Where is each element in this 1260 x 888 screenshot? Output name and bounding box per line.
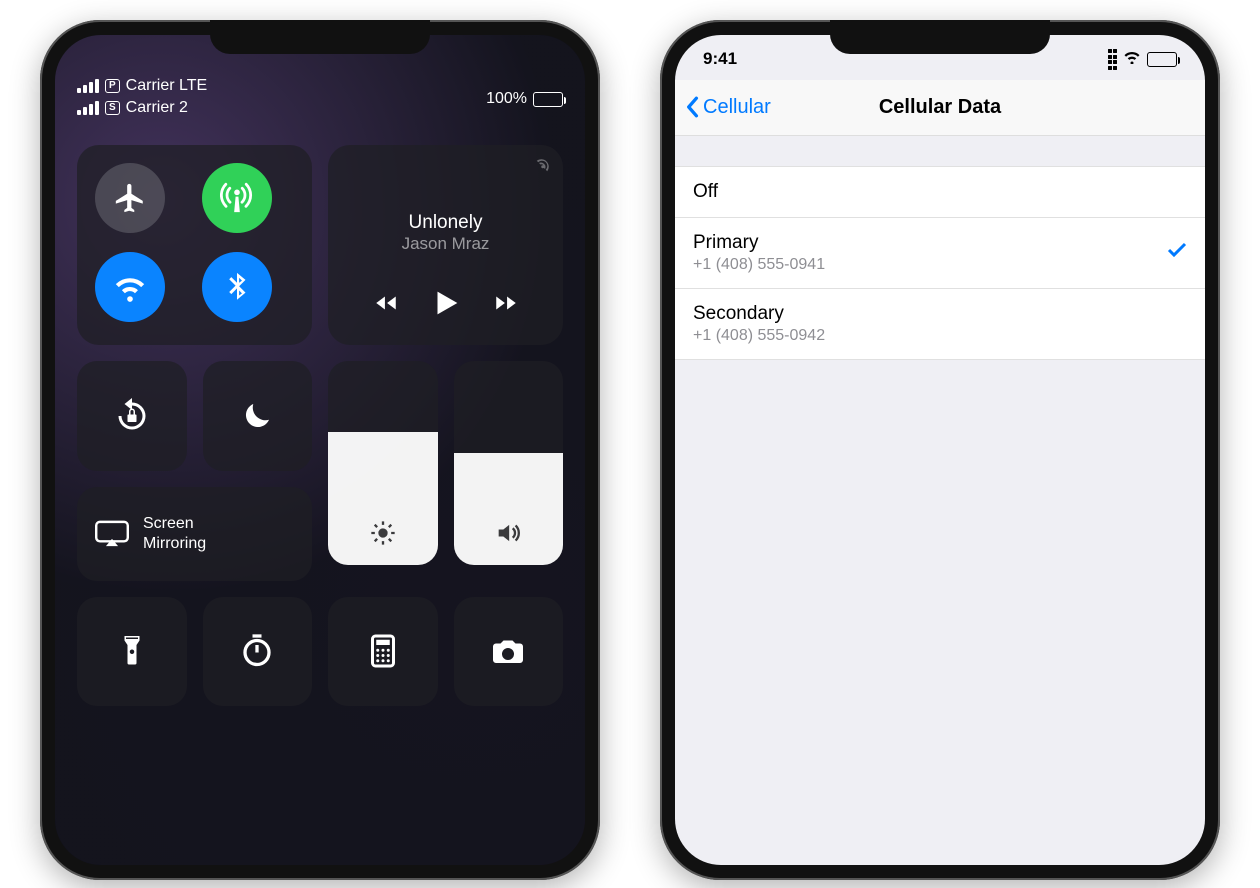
previous-track-button[interactable] bbox=[373, 290, 399, 323]
bluetooth-toggle[interactable] bbox=[202, 252, 272, 322]
carrier-primary-line: P Carrier LTE bbox=[77, 77, 207, 95]
battery-icon bbox=[1147, 52, 1177, 67]
notch bbox=[830, 20, 1050, 54]
camera-icon bbox=[490, 633, 526, 669]
mirror-label-1: Screen bbox=[143, 514, 206, 534]
option-secondary[interactable]: Secondary +1 (408) 555-0942 bbox=[675, 289, 1205, 359]
option-primary[interactable]: Primary +1 (408) 555-0941 bbox=[675, 218, 1205, 289]
moon-icon bbox=[239, 398, 275, 434]
brightness-slider[interactable] bbox=[328, 361, 438, 565]
status-bar: P Carrier LTE S Carrier 2 100% bbox=[77, 77, 563, 121]
notch bbox=[210, 20, 430, 54]
back-label: Cellular bbox=[703, 96, 771, 119]
wifi-toggle[interactable] bbox=[95, 252, 165, 322]
primary-number: +1 (408) 555-0941 bbox=[693, 256, 825, 274]
calculator-button[interactable] bbox=[328, 597, 438, 707]
battery-percent: 100% bbox=[486, 90, 527, 108]
signal-bars-icon bbox=[77, 79, 99, 93]
status-time: 9:41 bbox=[703, 49, 737, 69]
dual-sim-signal-icon bbox=[1108, 49, 1118, 70]
media-title: Unlonely bbox=[402, 212, 490, 234]
back-button[interactable]: Cellular bbox=[685, 96, 771, 119]
airplay-icon bbox=[95, 520, 129, 548]
navigation-bar: Cellular Cellular Data bbox=[675, 80, 1205, 136]
battery-icon bbox=[533, 92, 563, 107]
camera-button[interactable] bbox=[454, 597, 564, 707]
secondary-label: Secondary bbox=[693, 303, 825, 325]
cellular-data-toggle[interactable] bbox=[202, 163, 272, 233]
play-button[interactable] bbox=[429, 286, 463, 327]
connectivity-tile[interactable] bbox=[77, 145, 312, 345]
page-title: Cellular Data bbox=[879, 96, 1001, 119]
bluetooth-icon bbox=[220, 270, 254, 304]
settings-screen: 9:41 Cellular Cellular Data bbox=[675, 35, 1205, 865]
off-label: Off bbox=[693, 181, 718, 203]
battery-indicator: 100% bbox=[486, 77, 563, 121]
mirror-label-2: Mirroring bbox=[143, 534, 206, 554]
orientation-lock-button[interactable] bbox=[77, 361, 187, 471]
do-not-disturb-button[interactable] bbox=[203, 361, 313, 471]
option-off[interactable]: Off bbox=[675, 167, 1205, 218]
airplane-icon bbox=[113, 181, 147, 215]
carrier-secondary-label: Carrier 2 bbox=[126, 99, 188, 117]
flashlight-button[interactable] bbox=[77, 597, 187, 707]
signal-bars-icon bbox=[77, 101, 99, 115]
volume-icon bbox=[454, 519, 564, 547]
timer-icon bbox=[239, 633, 275, 669]
primary-label: Primary bbox=[693, 232, 825, 254]
carrier-secondary-line: S Carrier 2 bbox=[77, 99, 207, 117]
screen-mirroring-button[interactable]: Screen Mirroring bbox=[77, 487, 312, 581]
checkmark-icon bbox=[1167, 242, 1187, 263]
cellular-antenna-icon bbox=[220, 181, 254, 215]
flashlight-icon bbox=[114, 633, 150, 669]
timer-button[interactable] bbox=[203, 597, 313, 707]
wifi-icon bbox=[1123, 49, 1141, 69]
media-artist: Jason Mraz bbox=[402, 234, 490, 254]
sim-secondary-tag: S bbox=[105, 101, 120, 115]
secondary-number: +1 (408) 555-0942 bbox=[693, 327, 825, 345]
chevron-left-icon bbox=[685, 96, 699, 118]
wifi-icon bbox=[113, 270, 147, 304]
calculator-icon bbox=[365, 633, 401, 669]
airplay-indicator-icon bbox=[533, 157, 551, 180]
cellular-data-options-list: Off Primary +1 (408) 555-0941 Secondary … bbox=[675, 166, 1205, 360]
airplane-mode-toggle[interactable] bbox=[95, 163, 165, 233]
phone-left: P Carrier LTE S Carrier 2 100% bbox=[40, 20, 600, 880]
now-playing-tile[interactable]: Unlonely Jason Mraz bbox=[328, 145, 563, 345]
sim-primary-tag: P bbox=[105, 79, 120, 93]
carrier-primary-label: Carrier LTE bbox=[126, 77, 208, 95]
orientation-lock-icon bbox=[114, 398, 150, 434]
phone-right: 9:41 Cellular Cellular Data bbox=[660, 20, 1220, 880]
volume-slider[interactable] bbox=[454, 361, 564, 565]
next-track-button[interactable] bbox=[493, 290, 519, 323]
control-center-screen: P Carrier LTE S Carrier 2 100% bbox=[55, 35, 585, 865]
brightness-icon bbox=[328, 519, 438, 547]
